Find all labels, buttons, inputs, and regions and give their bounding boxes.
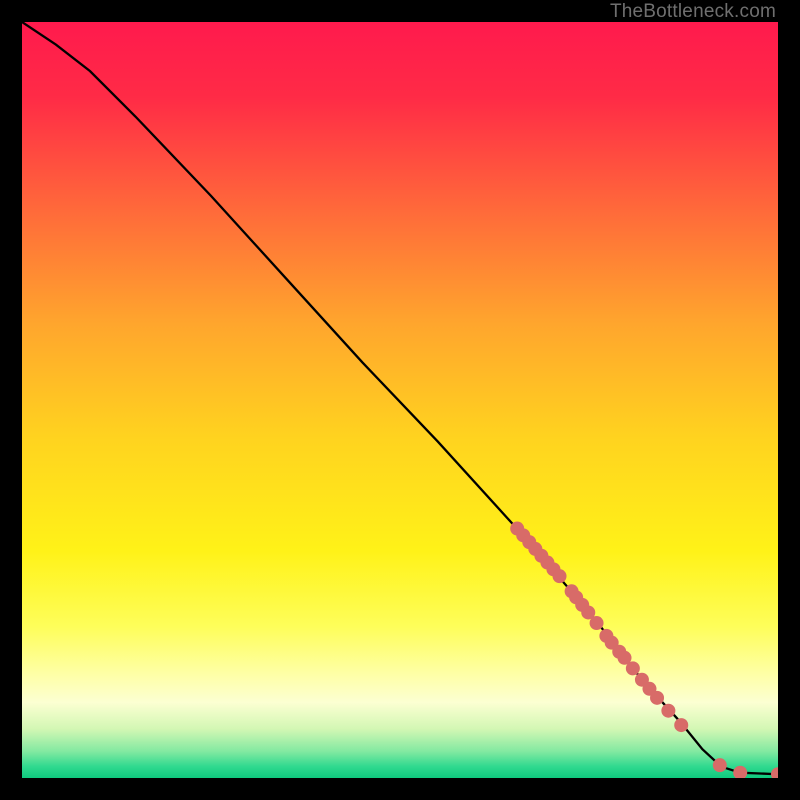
plot-background (22, 22, 778, 778)
data-marker (661, 704, 675, 718)
data-marker (626, 661, 640, 675)
data-marker (674, 718, 688, 732)
chart-canvas (22, 22, 778, 778)
data-marker (713, 758, 727, 772)
attribution-label: TheBottleneck.com (610, 1, 776, 23)
data-marker (590, 616, 604, 630)
data-marker (650, 691, 664, 705)
data-marker (553, 569, 567, 583)
